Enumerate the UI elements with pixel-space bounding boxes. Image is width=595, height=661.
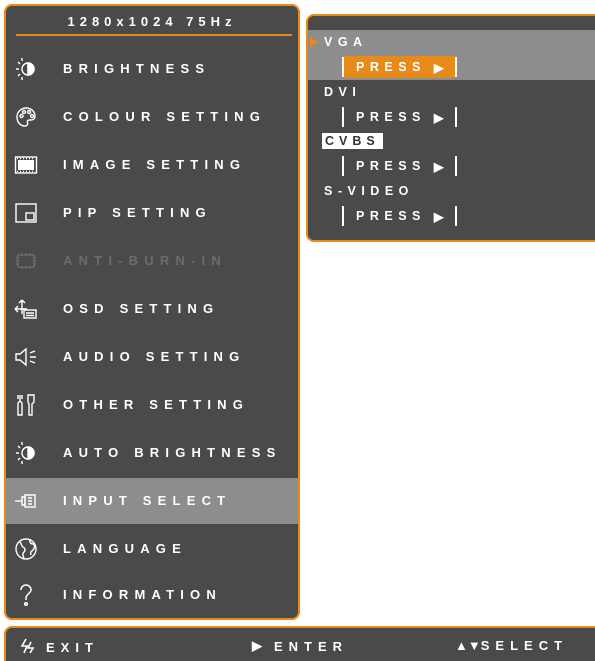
globe-icon <box>14 537 38 561</box>
selection-arrow-icon <box>310 37 318 47</box>
play-icon: ▶ <box>433 110 450 125</box>
main-menu-panel: 1280x1024 75Hz BRIGHTNESS COLOUR SETTING… <box>4 4 300 620</box>
play-icon: ▶ <box>433 209 450 224</box>
play-icon: ▶ <box>433 159 450 174</box>
up-down-arrows-icon: ▲▼ <box>455 638 481 653</box>
menu-item-label: AUTO BRIGHTNESS <box>63 445 282 460</box>
menu-item-label: LANGUAGE <box>63 541 187 556</box>
press-button[interactable]: PRESS ▶ <box>342 106 458 128</box>
source-label: VGA <box>324 35 368 49</box>
brightness-icon <box>14 57 38 81</box>
menu-item-label: PIP SETTING <box>63 205 212 220</box>
exit-label: EXIT <box>46 640 99 655</box>
menu-item-pip-setting[interactable]: PIP SETTING <box>6 190 298 236</box>
menu-item-information[interactable]: INFORMATION <box>6 572 298 618</box>
menu-item-label: COLOUR SETTING <box>63 109 267 124</box>
menu-item-anti-burn-in: ANTI-BURN-IN <box>6 238 298 284</box>
menu-item-label: IMAGE SETTING <box>63 157 247 172</box>
pip-icon <box>14 201 38 225</box>
menu-item-image-setting[interactable]: IMAGE SETTING <box>6 142 298 188</box>
press-button[interactable]: PRESS ▶ <box>342 155 458 177</box>
menu-item-colour-setting[interactable]: COLOUR SETTING <box>6 94 298 140</box>
press-bar-right <box>455 206 458 226</box>
enter-hint[interactable]: ▶ ENTER <box>252 638 348 654</box>
menu-item-brightness[interactable]: BRIGHTNESS <box>6 46 298 92</box>
exit-icon <box>20 638 40 657</box>
press-button[interactable]: PRESS ▶ <box>342 205 458 227</box>
press-bar-right <box>455 156 458 176</box>
menu-item-language[interactable]: LANGUAGE <box>6 526 298 572</box>
select-hint[interactable]: ▲▼ SELECT <box>455 638 568 653</box>
resolution-display: 1280x1024 75Hz <box>67 14 237 29</box>
header-divider <box>16 34 292 36</box>
auto-brightness-icon <box>14 441 38 465</box>
source-label: DVI <box>324 85 362 99</box>
menu-item-other-setting[interactable]: OTHER SETTING <box>6 382 298 428</box>
select-label: SELECT <box>480 638 569 653</box>
osd-icon <box>14 297 38 321</box>
menu-item-label: INPUT SELECT <box>63 493 232 508</box>
chip-icon <box>14 249 38 273</box>
tools-icon <box>14 393 38 417</box>
press-bar-right <box>455 57 458 77</box>
press-bar-right <box>455 107 458 127</box>
status-bar: EXIT ▶ ENTER ▲▼ SELECT <box>4 626 595 661</box>
enter-label: ENTER <box>274 638 349 654</box>
palette-icon <box>14 105 38 129</box>
menu-item-auto-brightness[interactable]: AUTO BRIGHTNESS <box>6 430 298 476</box>
speaker-icon <box>14 345 38 369</box>
source-label: S-VIDEO <box>324 184 414 198</box>
exit-hint[interactable]: EXIT <box>20 638 99 657</box>
plug-icon <box>14 489 38 513</box>
menu-item-label: OTHER SETTING <box>63 397 250 412</box>
input-select-submenu: VGA PRESS ▶ DVI PRESS ▶ CVBS PRESS ▶ S-V… <box>306 14 595 242</box>
film-icon <box>14 153 38 177</box>
menu-item-osd-setting[interactable]: OSD SETTING <box>6 286 298 332</box>
menu-item-input-select[interactable]: INPUT SELECT <box>6 478 298 524</box>
enter-arrow-icon: ▶ <box>252 638 268 653</box>
menu-item-label: AUDIO SETTING <box>63 349 246 364</box>
press-box: PRESS ▶ <box>344 56 456 78</box>
menu-item-label: ANTI-BURN-IN <box>63 253 227 268</box>
question-icon <box>14 583 38 607</box>
press-button[interactable]: PRESS ▶ <box>342 56 458 78</box>
menu-item-label: BRIGHTNESS <box>63 61 211 76</box>
menu-item-label: INFORMATION <box>63 587 222 602</box>
play-icon: ▶ <box>433 60 450 75</box>
source-label: CVBS <box>322 133 383 149</box>
menu-item-label: OSD SETTING <box>63 301 220 316</box>
menu-item-audio-setting[interactable]: AUDIO SETTING <box>6 334 298 380</box>
